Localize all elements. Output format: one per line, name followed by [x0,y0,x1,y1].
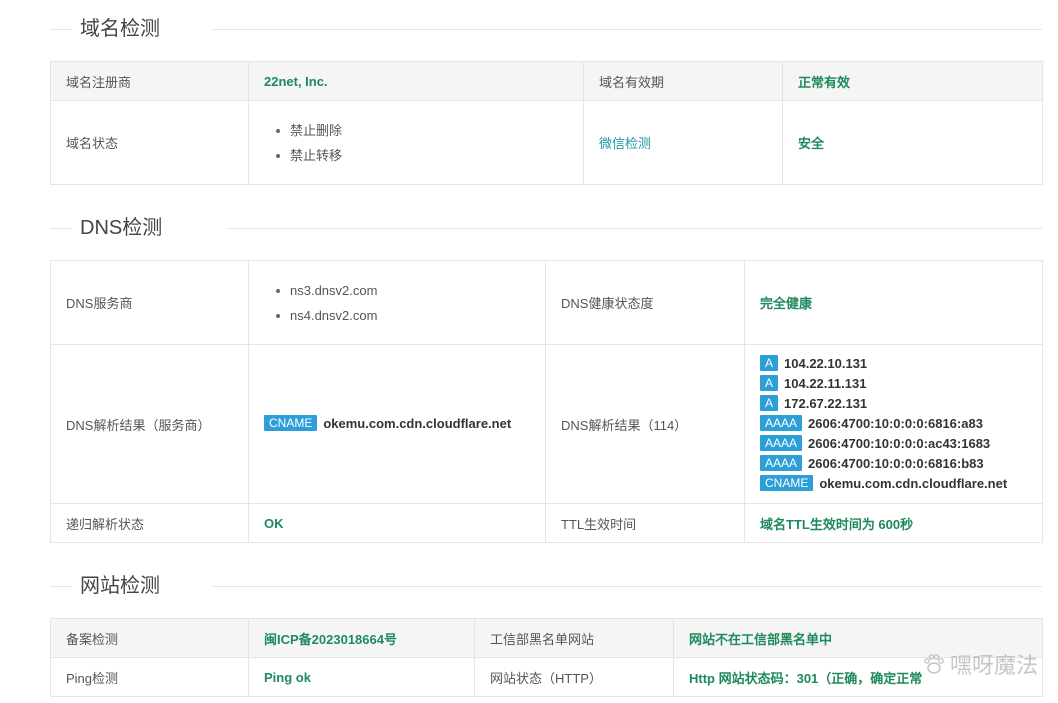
dns-record: AAAA 2606:4700:10:0:0:0:ac43:1683 [760,434,1027,454]
http-status-label: 网站状态（HTTP） [474,657,674,697]
dns-health-label: DNS健康状态度 [545,260,745,345]
table-row: 备案检测 闽ICP备2023018664号 工信部黑名单网站 网站不在工信部黑名… [50,618,1043,658]
domain-status-list: 禁止删除 禁止转移 [264,118,568,168]
record-type-badge: A [760,375,779,391]
validity-value: 正常有效 [782,61,1043,101]
record-value: okemu.com.cdn.cloudflare.net [323,416,512,431]
section-title-dns: DNS检测 [50,216,1042,240]
list-item: 禁止转移 [276,143,568,168]
table-row: 域名状态 禁止删除 禁止转移 微信检测 安全 [50,100,1043,185]
dns-record: A 104.22.10.131 [760,354,1027,374]
recursive-label: 递归解析状态 [50,503,249,543]
wechat-check-link[interactable]: 微信检测 [583,100,783,185]
list-item: ns4.dnsv2.com [276,303,530,328]
dns-record: CNAME okemu.com.cdn.cloudflare.net [760,474,1027,494]
record-value: 172.67.22.131 [784,396,868,411]
dns-result-114-cell: A 104.22.10.131 A 104.22.11.131 A 172.67.22… [744,344,1043,504]
recursive-value: OK [248,503,546,543]
record-type-badge: AAAA [760,415,803,431]
dns-table: DNS服务商 ns3.dnsv2.com ns4.dnsv2.com DNS健康… [50,260,1043,543]
validity-label: 域名有效期 [583,61,783,101]
ttl-label: TTL生效时间 [545,503,745,543]
registrar-label: 域名注册商 [50,61,249,101]
ping-label: Ping检测 [50,657,249,697]
table-row: DNS解析结果（服务商） CNAME okemu.com.cdn.cloudfla… [50,344,1043,504]
dns-result-114-label: DNS解析结果（114） [545,344,745,504]
dns-record: AAAA 2606:4700:10:0:0:0:6816:a83 [760,414,1027,434]
watermark-text: 嘿呀魔法 [949,653,1038,678]
domain-status-label: 域名状态 [50,100,249,185]
ns-cell: ns3.dnsv2.com ns4.dnsv2.com [248,260,546,345]
table-row: 递归解析状态 OK TTL生效时间 域名TTL生效时间为 600秒 [50,503,1043,543]
icp-label: 备案检测 [50,618,249,658]
registrar-value: 22net, Inc. [248,61,584,101]
domain-status-cell: 禁止删除 禁止转移 [248,100,584,185]
section-title-domain: 域名检测 [50,17,1042,41]
list-item: ns3.dnsv2.com [276,278,530,303]
paw-icon [922,652,946,676]
section-heading-dns: DNS检测 [80,216,171,240]
table-row: Ping检测 Ping ok 网站状态（HTTP） Http 网站状态码：301… [50,657,1043,697]
wechat-check-value: 安全 [782,100,1043,185]
dns-record: CNAME okemu.com.cdn.cloudflare.net [264,414,530,434]
record-value: 2606:4700:10:0:0:0:6816:b83 [808,456,984,471]
section-heading-domain: 域名检测 [80,17,168,41]
dns-result-provider-label: DNS解析结果（服务商） [50,344,249,504]
record-value: 104.22.11.131 [784,376,867,391]
record-value: 2606:4700:10:0:0:0:6816:a83 [808,416,983,431]
record-type-badge: A [760,395,779,411]
record-type-badge: AAAA [760,435,803,451]
dns-record: A 104.22.11.131 [760,374,1027,394]
record-type-badge: CNAME [264,415,318,431]
dns-provider-label: DNS服务商 [50,260,249,345]
record-type-badge: A [760,355,779,371]
section-heading-site: 网站检测 [80,574,168,598]
table-row: 域名注册商 22net, Inc. 域名有效期 正常有效 [50,61,1043,101]
site-table: 备案检测 闽ICP备2023018664号 工信部黑名单网站 网站不在工信部黑名… [50,618,1043,697]
table-row: DNS服务商 ns3.dnsv2.com ns4.dnsv2.com DNS健康… [50,260,1043,345]
ns-list: ns3.dnsv2.com ns4.dnsv2.com [264,278,530,328]
dns-result-provider-cell: CNAME okemu.com.cdn.cloudflare.net [248,344,546,504]
record-type-badge: CNAME [760,475,814,491]
record-value: okemu.com.cdn.cloudflare.net [819,476,1008,491]
icp-value: 闽ICP备2023018664号 [248,618,475,658]
section-title-site: 网站检测 [50,574,1042,598]
ttl-value: 域名TTL生效时间为 600秒 [744,503,1043,543]
record-value: 2606:4700:10:0:0:0:ac43:1683 [808,436,991,451]
ping-value: Ping ok [248,657,475,697]
record-value: 104.22.10.131 [784,356,868,371]
list-item: 禁止删除 [276,118,568,143]
watermark: 嘿呀魔法 [922,648,1038,680]
dns-record: A 172.67.22.131 [760,394,1027,414]
blacklist-label: 工信部黑名单网站 [474,618,674,658]
domain-table: 域名注册商 22net, Inc. 域名有效期 正常有效 域名状态 禁止删除 禁… [50,61,1043,185]
dns-record: AAAA 2606:4700:10:0:0:0:6816:b83 [760,454,1027,474]
record-type-badge: AAAA [760,455,803,471]
dns-health-value: 完全健康 [744,260,1043,345]
